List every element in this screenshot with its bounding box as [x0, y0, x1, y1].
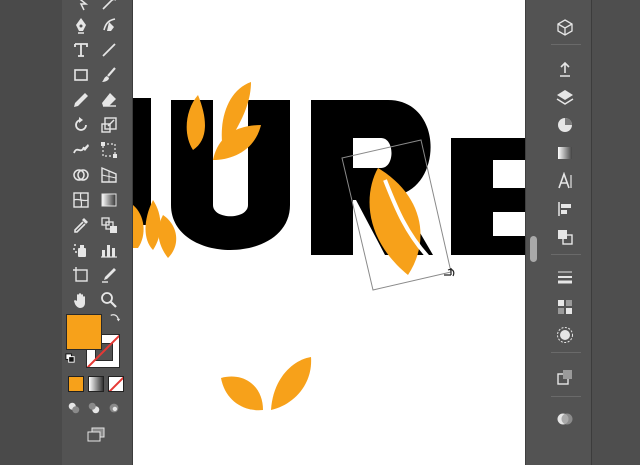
artboard-icon[interactable]	[70, 264, 92, 286]
vertical-scrollbar[interactable]	[525, 0, 542, 465]
tools-panel	[62, 0, 133, 465]
color-mode-button[interactable]	[68, 376, 84, 392]
scrollbar-thumb[interactable]	[530, 236, 537, 262]
artwork	[133, 82, 525, 411]
pathfinder-icon[interactable]	[553, 226, 577, 248]
letter-e	[451, 138, 525, 255]
pencil-icon[interactable]	[70, 89, 92, 111]
character-icon[interactable]	[553, 170, 577, 192]
artboard-canvas[interactable]	[133, 0, 525, 465]
warp-icon[interactable]	[70, 139, 92, 161]
swap-fill-stroke-icon[interactable]	[108, 311, 122, 325]
none-mode-button[interactable]	[108, 376, 124, 392]
pen-icon[interactable]	[70, 14, 92, 36]
gradient-icon[interactable]	[98, 189, 120, 211]
align-icon[interactable]	[553, 198, 577, 220]
stroke-panel-icon[interactable]	[553, 266, 577, 288]
letter-fragment-left	[133, 98, 151, 225]
rotate-icon[interactable]	[70, 114, 92, 136]
perspective-icon[interactable]	[98, 164, 120, 186]
draw-inside-icon[interactable]	[104, 398, 124, 418]
layers-icon[interactable]	[553, 86, 577, 108]
swatches-icon[interactable]	[553, 296, 577, 318]
symbol-sprayer-icon[interactable]	[70, 239, 92, 261]
eraser-icon[interactable]	[98, 89, 120, 111]
type-icon[interactable]	[70, 39, 92, 61]
curvature-icon[interactable]	[98, 14, 120, 36]
color-wheel-icon[interactable]	[553, 114, 577, 136]
draw-normal-icon[interactable]	[64, 398, 84, 418]
line-icon[interactable]	[98, 39, 120, 61]
zoom-icon[interactable]	[98, 289, 120, 311]
free-transform-icon[interactable]	[98, 139, 120, 161]
gradient-panel-icon[interactable]	[553, 142, 577, 164]
mesh-icon[interactable]	[70, 189, 92, 211]
3d-cube-icon[interactable]	[553, 16, 577, 38]
default-fill-stroke-icon[interactable]	[64, 352, 76, 364]
gradient-mode-button[interactable]	[88, 376, 104, 392]
transparency-icon[interactable]	[553, 408, 577, 430]
rectangle-icon[interactable]	[70, 64, 92, 86]
right-gutter	[592, 0, 640, 465]
panel-dock	[541, 0, 592, 465]
scale-icon[interactable]	[98, 114, 120, 136]
graph-icon[interactable]	[98, 239, 120, 261]
hand-icon[interactable]	[70, 289, 92, 311]
magic-wand-icon[interactable]	[98, 0, 120, 14]
screen-mode-icon[interactable]	[84, 424, 108, 444]
draw-behind-icon[interactable]	[84, 398, 104, 418]
direct-selection-icon[interactable]	[70, 0, 92, 14]
blend-icon[interactable]	[98, 214, 120, 236]
asset-export-icon[interactable]	[553, 58, 577, 80]
left-gutter	[0, 0, 62, 465]
paintbrush-icon[interactable]	[98, 64, 120, 86]
transform-panel-icon[interactable]	[553, 366, 577, 388]
appearance-icon[interactable]	[553, 324, 577, 346]
slice-icon[interactable]	[98, 264, 120, 286]
shape-builder-icon[interactable]	[70, 164, 92, 186]
eyedropper-icon[interactable]	[70, 214, 92, 236]
fill-swatch[interactable]	[66, 314, 102, 350]
leaf-bottom	[221, 357, 312, 411]
